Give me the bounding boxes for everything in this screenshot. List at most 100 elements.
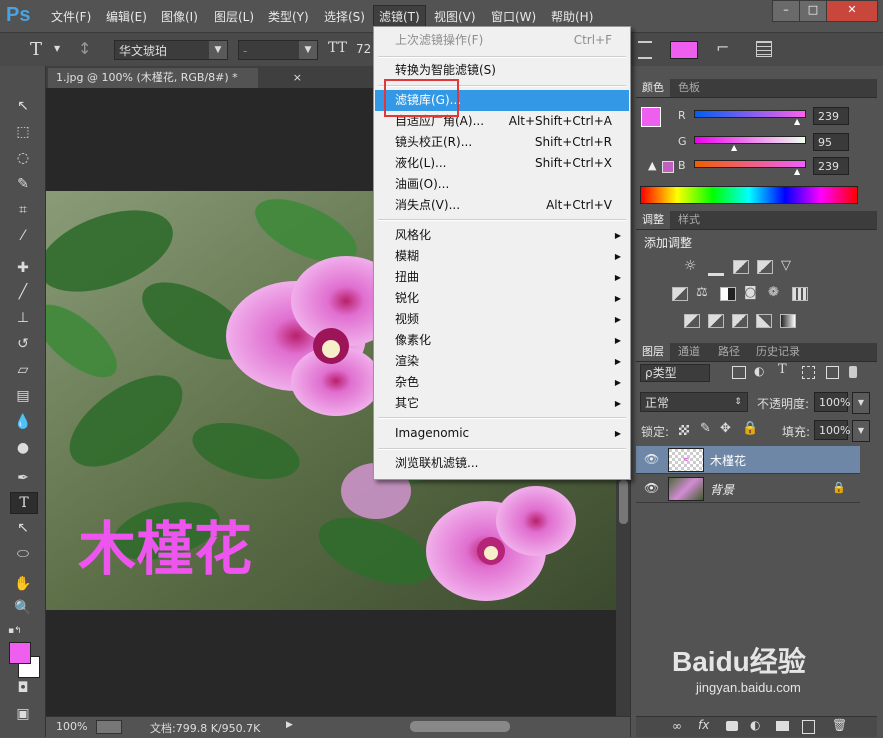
tab-adjustments[interactable]: 调整	[636, 211, 670, 229]
fill-value[interactable]: 100%	[814, 420, 850, 440]
menu-item-last-filter[interactable]: 上次滤镜操作(F) Ctrl+F	[375, 30, 629, 51]
hand-tool-icon[interactable]: ✋	[10, 574, 36, 594]
menu-item-pixelate[interactable]: 像素化 ▶	[375, 330, 629, 351]
opacity-value[interactable]: 100%	[814, 392, 850, 412]
lock-transparency-icon[interactable]	[679, 425, 689, 435]
tab-paths[interactable]: 路径	[712, 343, 746, 361]
invert-icon[interactable]	[684, 314, 700, 328]
status-menu-chevron-icon[interactable]: ▶	[286, 720, 293, 730]
menu-item-convert-smart-filter[interactable]: 转换为智能滤镜(S)	[375, 60, 629, 81]
font-family-select[interactable]: 华文琥珀 ▼	[114, 40, 228, 60]
text-color-swatch[interactable]	[670, 41, 698, 59]
font-style-select[interactable]: - ▼	[238, 40, 318, 60]
hue-saturation-icon[interactable]	[672, 287, 688, 301]
healing-brush-tool-icon[interactable]: ✚	[10, 258, 36, 278]
color-balance-icon[interactable]: ⚖	[696, 285, 708, 300]
clone-stamp-tool-icon[interactable]: ⊥	[10, 308, 36, 328]
menu-item-lens-correction[interactable]: 镜头校正(R)... Shift+Ctrl+R	[375, 132, 629, 153]
black-white-icon[interactable]	[720, 287, 736, 301]
eraser-tool-icon[interactable]: ▱	[10, 360, 36, 380]
g-value[interactable]: 95	[813, 133, 849, 151]
minimize-button[interactable]: –	[772, 0, 800, 22]
foreground-color-swatch[interactable]	[9, 642, 31, 664]
fill-chevron-icon[interactable]: ▼	[852, 420, 870, 442]
dodge-tool-icon[interactable]: ●	[10, 438, 36, 458]
menu-item-noise[interactable]: 杂色 ▶	[375, 372, 629, 393]
r-slider[interactable]	[694, 110, 806, 118]
gamut-swatch[interactable]	[662, 161, 674, 173]
new-group-icon[interactable]	[776, 721, 789, 731]
vertical-scroll-thumb[interactable]	[619, 480, 628, 524]
brightness-contrast-icon[interactable]: ☼	[684, 258, 697, 274]
visibility-eye-icon[interactable]: 👁	[644, 452, 659, 466]
color-spectrum-ramp[interactable]	[640, 186, 858, 204]
threshold-icon[interactable]	[732, 314, 748, 328]
document-tab[interactable]: 1.jpg @ 100% (木槿花, RGB/8#) * ×	[48, 68, 302, 88]
lock-pixels-icon[interactable]: ✎	[700, 421, 711, 436]
eyedropper-tool-icon[interactable]: ⁄	[10, 226, 36, 246]
menu-item-stylize[interactable]: 风格化 ▶	[375, 225, 629, 246]
marquee-tool-icon[interactable]: ⬚	[10, 122, 36, 142]
status-proof-icon[interactable]	[96, 720, 122, 734]
restore-button[interactable]: □	[799, 0, 827, 22]
font-size-value[interactable]: 72	[356, 42, 371, 56]
text-orientation-icon[interactable]: ↕	[78, 39, 91, 58]
b-slider-handle[interactable]: ▲	[794, 167, 800, 176]
link-layers-icon[interactable]: ∞	[672, 719, 682, 733]
menu-view[interactable]: 视图(V)	[434, 8, 476, 25]
menu-item-blur[interactable]: 模糊 ▶	[375, 246, 629, 267]
opacity-chevron-icon[interactable]: ▼	[852, 392, 870, 414]
close-tab-icon[interactable]: ×	[293, 68, 302, 88]
menu-item-distort[interactable]: 扭曲 ▶	[375, 267, 629, 288]
brush-tool-icon[interactable]: ╱	[10, 282, 36, 302]
move-tool-icon[interactable]: ↖	[10, 96, 36, 116]
menu-item-other[interactable]: 其它 ▶	[375, 393, 629, 414]
menu-item-vanishing-point[interactable]: 消失点(V)... Alt+Ctrl+V	[375, 195, 629, 216]
color-lookup-icon[interactable]	[792, 287, 808, 301]
layer-row[interactable]: 👁 ≈ 木槿花	[636, 446, 860, 474]
curves-icon[interactable]	[733, 260, 749, 274]
new-layer-icon[interactable]	[802, 720, 815, 734]
posterize-icon[interactable]	[708, 314, 724, 328]
filter-adjustment-icon[interactable]: ◐	[754, 364, 764, 378]
lock-position-icon[interactable]: ✥	[720, 421, 731, 436]
menu-item-browse-online-filters[interactable]: 浏览联机滤镜...	[375, 453, 629, 474]
character-panel-icon[interactable]	[756, 41, 772, 57]
filter-type-icon[interactable]: T	[778, 362, 787, 377]
crop-tool-icon[interactable]: ⌗	[10, 200, 36, 220]
visibility-eye-icon[interactable]: 👁	[644, 481, 659, 495]
exposure-icon[interactable]	[757, 260, 773, 274]
align-icon[interactable]	[638, 41, 652, 59]
b-slider[interactable]	[694, 160, 806, 168]
quick-select-tool-icon[interactable]: ✎	[10, 174, 36, 194]
b-value[interactable]: 239	[813, 157, 849, 175]
menu-item-imagenomic[interactable]: Imagenomic ▶	[375, 423, 629, 444]
menu-item-render[interactable]: 渲染 ▶	[375, 351, 629, 372]
filter-smart-object-icon[interactable]	[826, 366, 839, 379]
r-slider-handle[interactable]: ▲	[794, 117, 800, 126]
new-adjustment-icon[interactable]: ◐	[750, 718, 760, 732]
pen-tool-icon[interactable]: ✒	[10, 468, 36, 488]
zoom-level[interactable]: 100%	[56, 720, 87, 733]
vibrance-icon[interactable]: ▽	[781, 258, 791, 273]
photo-filter-icon[interactable]: ◙	[744, 285, 757, 300]
g-slider-handle[interactable]: ▲	[731, 143, 737, 152]
filter-pixel-icon[interactable]	[732, 366, 746, 379]
menu-image[interactable]: 图像(I)	[161, 8, 198, 25]
warp-text-icon[interactable]: ⌐	[716, 38, 729, 57]
ellipse-tool-icon[interactable]: ⬭	[10, 544, 36, 564]
type-tool-icon[interactable]: T	[30, 39, 42, 60]
default-colors-icon[interactable]: ▪↰	[8, 626, 22, 636]
menu-item-liquify[interactable]: 液化(L)... Shift+Ctrl+X	[375, 153, 629, 174]
menu-filter[interactable]: 滤镜(T)	[373, 5, 426, 28]
layer-style-icon[interactable]: fx	[698, 718, 709, 732]
gradient-tool-icon[interactable]: ▤	[10, 386, 36, 406]
lasso-tool-icon[interactable]: ◌	[10, 148, 36, 168]
blur-tool-icon[interactable]: 💧	[10, 412, 36, 432]
quick-mask-icon[interactable]: ◘	[10, 678, 36, 698]
menu-file[interactable]: 文件(F)	[51, 8, 91, 25]
filter-toggle-icon[interactable]	[849, 366, 857, 378]
path-select-tool-icon[interactable]: ↖	[10, 518, 36, 538]
color-panel-foreground-swatch[interactable]	[641, 107, 661, 127]
zoom-tool-icon[interactable]: 🔍	[10, 598, 36, 618]
